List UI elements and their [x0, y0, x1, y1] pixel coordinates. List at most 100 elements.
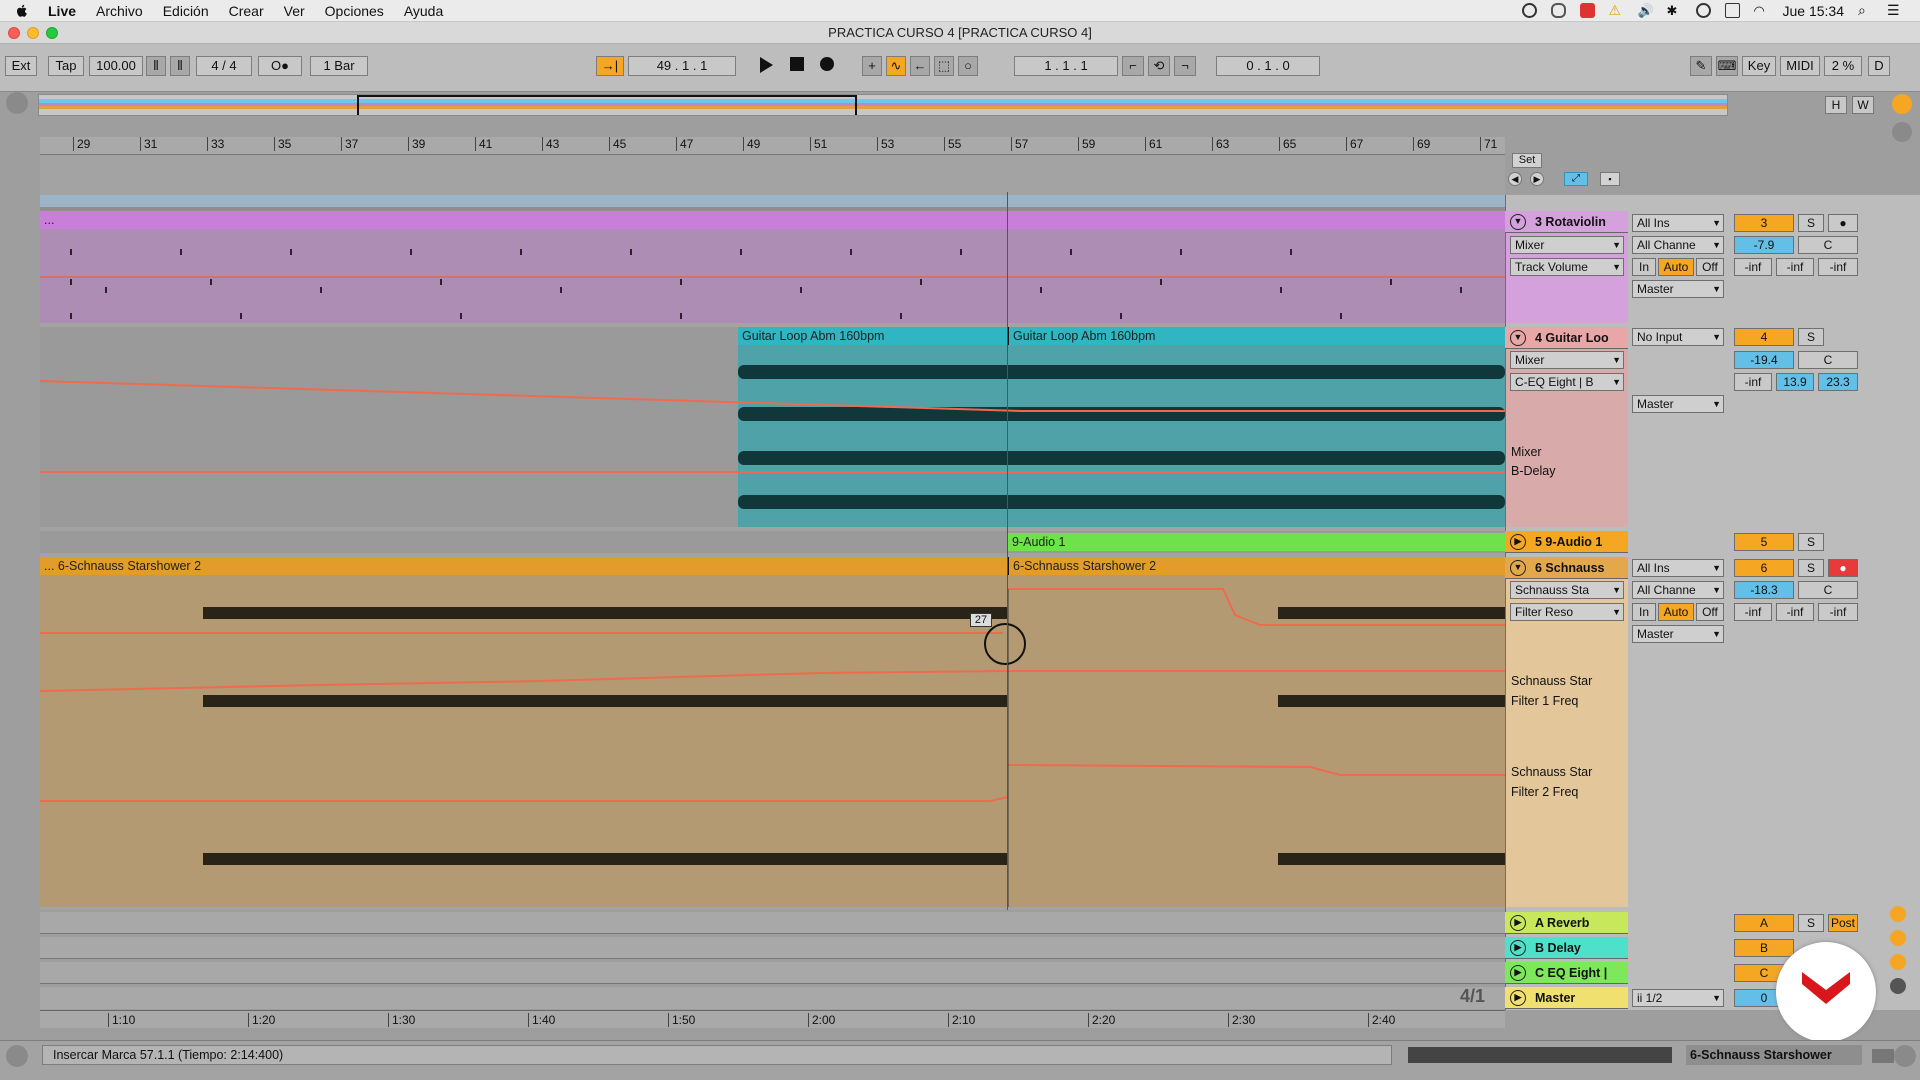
- rotaviolin-volume[interactable]: -7.9: [1734, 236, 1794, 254]
- bluetooth-icon[interactable]: ✱: [1667, 3, 1682, 18]
- guitar-title[interactable]: ▼ 4 Guitar Loo: [1505, 327, 1628, 349]
- schnauss-output[interactable]: Master: [1632, 625, 1724, 643]
- loop-start-field[interactable]: 1 . 1 . 1: [1014, 56, 1118, 76]
- menu-ver[interactable]: Ver: [284, 3, 305, 19]
- guitar-param-chooser[interactable]: C-EQ Eight | B: [1510, 373, 1624, 391]
- audio1-solo-button[interactable]: S: [1798, 533, 1824, 551]
- computer-keyboard-icon[interactable]: ⌨: [1716, 56, 1738, 76]
- unfold-icon[interactable]: ▶: [1510, 940, 1526, 956]
- returns-toggle-icon[interactable]: [1890, 930, 1906, 946]
- schnauss-monitor-in[interactable]: In: [1632, 603, 1656, 621]
- rotaviolin-solo-button[interactable]: S: [1798, 214, 1824, 232]
- arrangement-overview[interactable]: [38, 94, 1728, 116]
- draw-mode-icon[interactable]: ✎: [1690, 56, 1712, 76]
- song-position-field[interactable]: 49 . 1 . 1: [628, 56, 736, 76]
- audio1-clip[interactable]: 9-Audio 1: [1008, 533, 1505, 551]
- rotaviolin-monitor-in[interactable]: In: [1632, 258, 1656, 276]
- return-track-lane-c[interactable]: [40, 962, 1505, 984]
- rotaviolin-track-activator[interactable]: 3: [1734, 214, 1794, 232]
- app-status-icon[interactable]: [1579, 3, 1595, 18]
- rotaviolin-param-chooser[interactable]: Track Volume: [1510, 258, 1624, 276]
- return-a-title[interactable]: ▶ A Reverb: [1505, 912, 1628, 934]
- schnauss-clip-title-right[interactable]: 6-Schnauss Starshower 2: [1008, 557, 1505, 575]
- rotaviolin-clip-lane[interactable]: ...: [40, 211, 1505, 323]
- guitar-input-type[interactable]: No Input: [1632, 328, 1724, 346]
- overdub-icon[interactable]: +: [862, 56, 882, 76]
- volume-icon[interactable]: 🔊: [1638, 3, 1654, 18]
- metronome-button[interactable]: O●: [258, 56, 302, 76]
- set-locator-button[interactable]: Set: [1512, 153, 1542, 168]
- fold-icon[interactable]: ▼: [1510, 560, 1526, 576]
- schnauss-track-activator[interactable]: 6: [1734, 559, 1794, 577]
- return-a-post[interactable]: Post: [1828, 914, 1858, 932]
- rotaviolin-pan[interactable]: C: [1798, 236, 1858, 254]
- nudge-up-icon[interactable]: ⫴: [170, 56, 190, 76]
- schnauss-monitor-off[interactable]: Off: [1696, 603, 1724, 621]
- menu-ayuda[interactable]: Ayuda: [404, 3, 443, 19]
- schnauss-clip-title-left[interactable]: ... 6-Schnauss Starshower 2: [40, 557, 1008, 575]
- rotaviolin-output[interactable]: Master: [1632, 280, 1724, 298]
- rotaviolin-monitor-auto[interactable]: Auto: [1658, 258, 1694, 276]
- overview-h-button[interactable]: H: [1825, 96, 1847, 114]
- back-to-arrangement-icon[interactable]: ←: [910, 56, 930, 76]
- stop-button[interactable]: [786, 56, 808, 76]
- tap-tempo-button[interactable]: Tap: [48, 56, 84, 76]
- midi-map-button[interactable]: MIDI: [1780, 56, 1820, 76]
- guitar-device-chooser[interactable]: Mixer: [1510, 351, 1624, 369]
- spotlight-search-icon[interactable]: ⌕: [1858, 3, 1873, 18]
- apple-icon[interactable]: [14, 3, 30, 19]
- return-b-title[interactable]: ▶ B Delay: [1505, 937, 1628, 959]
- status-right-icon[interactable]: [1894, 1045, 1916, 1067]
- fold-icon[interactable]: ▼: [1510, 330, 1526, 346]
- schnauss-title[interactable]: ▼ 6 Schnauss: [1505, 557, 1628, 579]
- unfold-icon[interactable]: ▶: [1510, 990, 1526, 1006]
- unfold-icon[interactable]: ▶: [1510, 965, 1526, 981]
- rotaviolin-device-chooser[interactable]: Mixer: [1510, 236, 1624, 254]
- return-a-solo[interactable]: S: [1798, 914, 1824, 932]
- session-record-icon[interactable]: ○: [958, 56, 978, 76]
- browser-toggle-icon[interactable]: [6, 92, 28, 114]
- close-window-icon[interactable]: [8, 27, 20, 39]
- punch-in-icon[interactable]: ⌐: [1122, 56, 1144, 76]
- master-track-lane-bottom[interactable]: [40, 987, 1505, 1009]
- arrangement-view[interactable]: ... Guitar Loop Abm 160bpm Guitar Loop A…: [40, 155, 1505, 910]
- play-button[interactable]: [754, 56, 778, 76]
- schnauss-volume[interactable]: -18.3: [1734, 581, 1794, 599]
- view-toggle-icon[interactable]: [1892, 122, 1912, 142]
- automation-arm-icon[interactable]: ∿: [886, 56, 906, 76]
- audio1-title[interactable]: ▶ 5 9-Audio 1: [1505, 531, 1628, 553]
- master-output[interactable]: ii 1/2: [1632, 989, 1724, 1007]
- ext-sync-button[interactable]: Ext: [5, 56, 37, 76]
- audio1-track-activator[interactable]: 5: [1734, 533, 1794, 551]
- fold-icon[interactable]: ▼: [1510, 214, 1526, 230]
- return-track-lane-a[interactable]: [40, 912, 1505, 934]
- schnauss-track-lane[interactable]: ... 6-Schnauss Starshower 2 6-Schnauss S…: [40, 557, 1505, 907]
- notification-center-icon[interactable]: ☰: [1887, 3, 1902, 18]
- unfold-icon[interactable]: ▶: [1510, 534, 1526, 550]
- overview-view-box[interactable]: [357, 95, 857, 115]
- loop-length-field[interactable]: 0 . 1 . 0: [1216, 56, 1320, 76]
- status-left-icon[interactable]: [6, 1045, 28, 1067]
- menu-crear[interactable]: Crear: [229, 3, 264, 19]
- schnauss-input-channel[interactable]: All Channe: [1632, 581, 1724, 599]
- minimize-window-icon[interactable]: [27, 27, 39, 39]
- quantization-dropdown[interactable]: 1 Bar: [310, 56, 368, 76]
- return-track-lane-b[interactable]: [40, 937, 1505, 959]
- capture-icon[interactable]: ⬚: [934, 56, 954, 76]
- schnauss-pan[interactable]: C: [1798, 581, 1858, 599]
- unfold-icon[interactable]: ▶: [1510, 915, 1526, 931]
- audio1-track-lane[interactable]: 9-Audio 1: [40, 531, 1505, 553]
- master-title[interactable]: ▶ Master: [1505, 987, 1628, 1009]
- cloud-icon[interactable]: [1550, 3, 1566, 18]
- loop-switch-icon[interactable]: ⟲: [1148, 56, 1170, 76]
- record-button[interactable]: [816, 56, 838, 76]
- return-a-activator[interactable]: A: [1734, 914, 1794, 932]
- schnauss-clip-content[interactable]: [40, 575, 1505, 907]
- schnauss-device-chooser[interactable]: Schnauss Sta: [1510, 581, 1624, 599]
- warning-icon[interactable]: ⚠: [1609, 3, 1624, 18]
- previous-locator-icon[interactable]: ◀: [1508, 172, 1522, 186]
- menu-opciones[interactable]: Opciones: [325, 3, 384, 19]
- lock-icon[interactable]: ▪: [1600, 172, 1620, 186]
- key-map-button[interactable]: Key: [1742, 56, 1776, 76]
- rotaviolin-arm-button[interactable]: ●: [1828, 214, 1858, 232]
